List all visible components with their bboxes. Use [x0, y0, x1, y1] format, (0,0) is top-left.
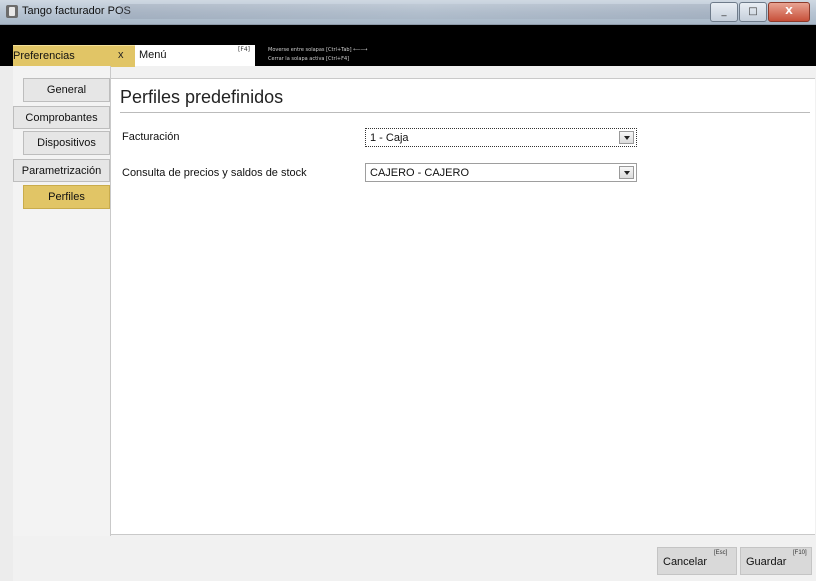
cancel-shortcut: [Esc]	[714, 550, 728, 556]
sidebar-item-dispositivos[interactable]: Dispositivos	[23, 131, 110, 155]
tab-strip: Preferencias x Menú [F4] Moverse entre s…	[0, 25, 816, 67]
left-edge	[0, 66, 13, 581]
window-controls: _ □ X	[709, 2, 810, 22]
page-title: Perfiles predefinidos	[120, 87, 284, 107]
cancel-button-label: Cancelar	[663, 556, 708, 568]
maximize-button[interactable]: □	[739, 2, 767, 22]
tab-menu-label: Menú	[139, 49, 167, 61]
consulta-precios-label: Consulta de precios y saldos de stock	[122, 167, 307, 179]
consulta-precios-value: CAJERO - CAJERO	[370, 167, 470, 179]
tab-preferencias[interactable]: Preferencias x	[13, 45, 135, 67]
tab-menu-shortcut: [F4]	[238, 46, 250, 53]
tab-preferencias-label: Preferencias	[13, 50, 75, 62]
window-titlebar: Tango facturador POS _ □ X	[0, 0, 816, 25]
facturacion-value: 1 - Caja	[370, 132, 409, 144]
app-icon	[6, 5, 18, 18]
cancel-button[interactable]: Cancelar [Esc]	[657, 547, 737, 575]
sidebar-item-comprobantes[interactable]: Comprobantes	[13, 106, 110, 129]
facturacion-label: Facturación	[122, 131, 180, 143]
tab-hints: Moverse entre solapas [Ctrl+Tab] ⟵⟶ Cerr…	[268, 46, 367, 64]
tab-hint-switch: Moverse entre solapas [Ctrl+Tab] ⟵⟶	[268, 47, 368, 53]
minimize-button[interactable]: _	[710, 2, 738, 22]
sidebar-item-parametrizacion[interactable]: Parametrización	[13, 159, 110, 182]
window-title: Tango facturador POS	[22, 5, 131, 17]
sidebar-item-perfiles[interactable]: Perfiles	[23, 185, 110, 209]
chevron-down-icon[interactable]	[619, 166, 634, 179]
titlebar-blurred-region	[120, 4, 730, 19]
consulta-precios-select[interactable]: CAJERO - CAJERO	[365, 163, 637, 182]
tab-hint-close: Cerrar la solapa activa [Ctrl+F4]	[268, 56, 350, 62]
save-button-label: Guardar	[746, 556, 787, 568]
tab-close-icon[interactable]: x	[118, 49, 124, 61]
title-divider	[120, 112, 810, 113]
save-shortcut: [F10]	[793, 550, 807, 556]
facturacion-select[interactable]: 1 - Caja	[365, 128, 637, 147]
main-panel: Perfiles predefinidos Facturación 1 - Ca…	[110, 78, 815, 535]
tab-menu[interactable]: Menú [F4]	[135, 45, 255, 66]
sidebar-item-general[interactable]: General	[23, 78, 110, 102]
close-window-button[interactable]: X	[768, 2, 810, 22]
chevron-down-icon[interactable]	[619, 131, 634, 144]
save-button[interactable]: Guardar [F10]	[740, 547, 812, 575]
